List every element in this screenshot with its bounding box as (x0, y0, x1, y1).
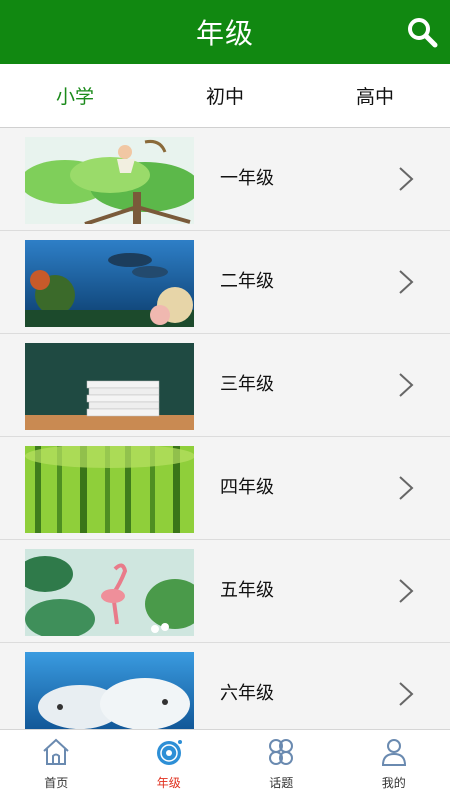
page-title: 年级 (196, 12, 254, 52)
level-tabs: 小学 初中 高中 (0, 64, 450, 128)
tabbar-label: 年级 (157, 774, 181, 791)
tabbar-item-home[interactable]: 首页 (0, 730, 113, 801)
tab-senior-high[interactable]: 高中 (300, 64, 450, 127)
chevron-right-icon (398, 372, 414, 398)
search-icon[interactable] (404, 14, 440, 50)
home-icon (40, 736, 72, 768)
grade-label: 三年级 (220, 334, 274, 436)
grade-label: 六年级 (220, 643, 274, 729)
tabbar-item-grade[interactable]: 年级 (113, 730, 226, 801)
grade-thumbnail (25, 240, 194, 327)
chevron-right-icon (398, 578, 414, 604)
tabbar-item-mine[interactable]: 我的 (338, 730, 450, 801)
grade-thumbnail (25, 137, 194, 224)
chevron-right-icon (398, 166, 414, 192)
chevron-right-icon (398, 681, 414, 707)
tab-primary[interactable]: 小学 (0, 64, 150, 127)
grade-thumbnail (25, 343, 194, 430)
grade-label: 四年级 (220, 437, 274, 539)
grade-label: 二年级 (220, 231, 274, 333)
tabbar-label: 首页 (44, 774, 68, 791)
tabbar-item-topics[interactable]: 话题 (225, 730, 338, 801)
grade-row[interactable]: 一年级 (0, 128, 450, 231)
tabbar-label: 我的 (382, 774, 406, 791)
grade-row[interactable]: 三年级 (0, 334, 450, 437)
disc-icon (153, 736, 185, 768)
grade-thumbnail (25, 446, 194, 533)
grade-row[interactable]: 六年级 (0, 643, 450, 729)
grade-label: 五年级 (220, 540, 274, 642)
grade-thumbnail (25, 652, 194, 729)
grade-row[interactable]: 二年级 (0, 231, 450, 334)
bottom-tab-bar: 首页 年级 话题 我的 (0, 729, 450, 801)
tabbar-label: 话题 (269, 774, 293, 791)
tab-junior-high[interactable]: 初中 (150, 64, 300, 127)
chevron-right-icon (398, 269, 414, 295)
chevron-right-icon (398, 475, 414, 501)
grade-label: 一年级 (220, 128, 274, 230)
grade-row[interactable]: 五年级 (0, 540, 450, 643)
grade-row[interactable]: 四年级 (0, 437, 450, 540)
grade-thumbnail (25, 549, 194, 636)
user-icon (378, 736, 410, 768)
header-bar: 年级 (0, 0, 450, 64)
grade-list: 一年级 二年级 (0, 128, 450, 729)
clover-icon (265, 736, 297, 768)
